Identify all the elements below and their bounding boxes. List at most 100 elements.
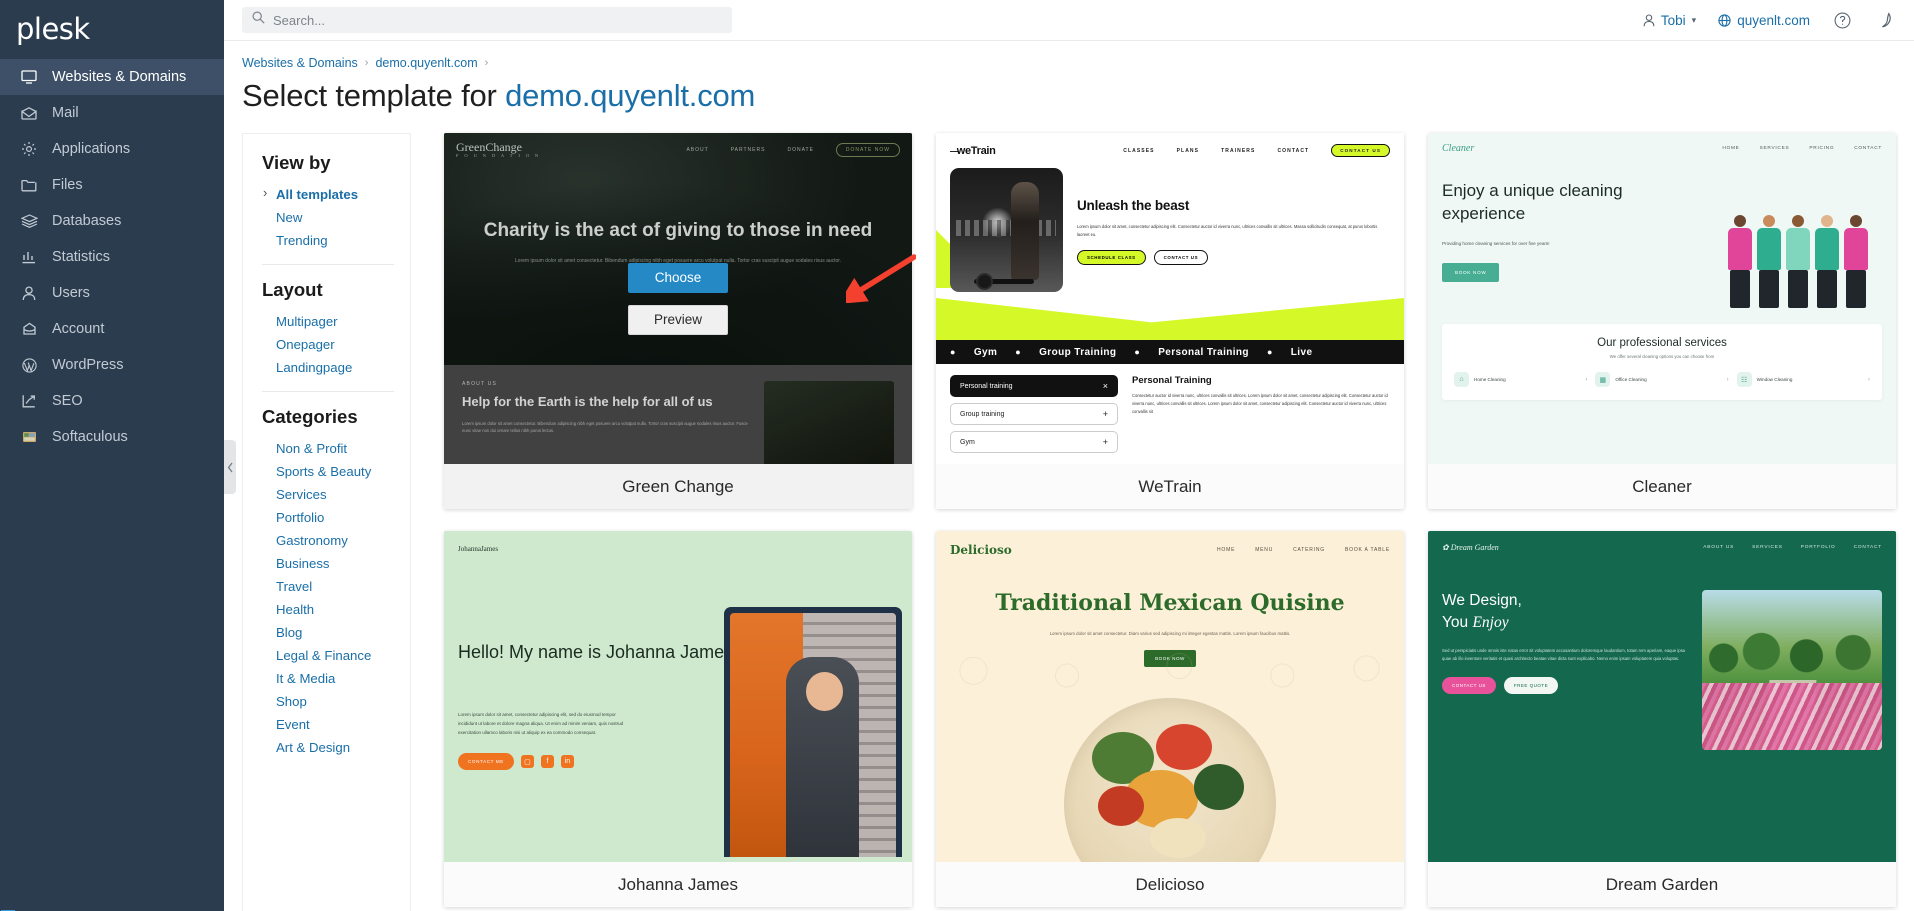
dg-contact-button: CONTACT US xyxy=(1442,677,1496,695)
dg-nav-item: PORTFOLIO xyxy=(1800,545,1836,550)
sidebar-item-label: Files xyxy=(52,177,83,193)
wt-accordion-row: Personal training × xyxy=(950,375,1118,397)
sidebar-item-label: Mail xyxy=(52,105,79,121)
sidebar-item-files[interactable]: Files xyxy=(0,167,224,203)
filter-category-legal-and-finance[interactable]: Legal & Finance xyxy=(262,644,410,667)
wt-accordion-label: Gym xyxy=(960,438,975,446)
filter-category-shop[interactable]: Shop xyxy=(262,690,410,713)
chevron-right-icon: › xyxy=(1867,376,1870,383)
cl-nav-item: SERVICES xyxy=(1759,146,1790,151)
wt-nav-item: TRAINERS xyxy=(1221,147,1256,154)
wt-buttons: SCHEDULE CLASS CONTACT US xyxy=(1077,250,1390,266)
filter-category-health[interactable]: Health xyxy=(262,598,410,621)
filter-category-portfolio[interactable]: Portfolio xyxy=(262,506,410,529)
filter-category-art-and-design[interactable]: Art & Design xyxy=(262,736,410,759)
dg-hero: We Design, You Enjoy Sed ut perspiciatis… xyxy=(1428,564,1896,750)
sidebar-item-label: Users xyxy=(52,285,90,301)
wt-ticker-item: Personal Training xyxy=(1158,346,1249,358)
wt-nav: CLASSES PLANS TRAINERS CONTACT CONTACT U… xyxy=(1123,144,1390,157)
dg-nav-item: ABOUT US xyxy=(1703,545,1735,550)
filter-category-blog[interactable]: Blog xyxy=(262,621,410,644)
template-card-dream-garden[interactable]: ✿ Dream Garden ABOUT US SERVICES PORTFOL… xyxy=(1428,531,1896,907)
template-name: Cleaner xyxy=(1428,464,1896,509)
cl-service-item: ☷ Window Cleaning › xyxy=(1736,372,1870,387)
user-menu[interactable]: Tobi ▾ xyxy=(1643,13,1696,28)
wt-topbar: weTrain CLASSES PLANS TRAINERS CONTACT C… xyxy=(936,133,1404,168)
sidebar-item-users[interactable]: Users xyxy=(0,275,224,311)
top-bar: Tobi ▾ quyenlt.com xyxy=(224,0,1914,41)
filter-category-services[interactable]: Services xyxy=(262,483,410,506)
domain-link[interactable]: quyenlt.com xyxy=(1718,13,1810,28)
sidebar-item-wordpress[interactable]: WordPress xyxy=(0,347,224,383)
filter-all-templates[interactable]: All templates xyxy=(262,183,410,206)
sidebar-collapse-toggle[interactable] xyxy=(224,440,236,494)
bar-chart-icon xyxy=(18,248,40,266)
search-input[interactable] xyxy=(273,12,722,28)
sidebar-item-softaculous[interactable]: Softaculous xyxy=(0,419,224,455)
wt-hero-photo xyxy=(950,168,1063,292)
jj-logo: JohannaJames xyxy=(458,545,499,553)
breadcrumb-item-websites-and-domains[interactable]: Websites & Domains xyxy=(242,56,358,70)
envelope-icon xyxy=(18,104,40,122)
filter-onepager[interactable]: Onepager xyxy=(262,333,410,356)
search-icon xyxy=(252,11,265,29)
user-icon xyxy=(1643,13,1655,27)
filter-new[interactable]: New xyxy=(262,206,410,229)
template-card-delicioso[interactable]: Delicioso HOME MENU CATERING BOOK A TABL… xyxy=(936,531,1404,907)
filter-category-non-and-profit[interactable]: Non & Profit xyxy=(262,437,410,460)
wt-ticker-item: Gym xyxy=(973,346,998,358)
filter-category-travel[interactable]: Travel xyxy=(262,575,410,598)
moon-icon[interactable] xyxy=(1875,10,1896,31)
wt-nav-cta: CONTACT US xyxy=(1331,144,1390,157)
template-card-johanna-james[interactable]: JohannaJames Hello! My name is Johanna J… xyxy=(444,531,912,907)
sidebar-item-mail[interactable]: Mail xyxy=(0,95,224,131)
filter-multipager[interactable]: Multipager xyxy=(262,310,410,333)
filter-category-sports-and-beauty[interactable]: Sports & Beauty xyxy=(262,460,410,483)
user-name: Tobi xyxy=(1660,12,1686,28)
linkedin-icon: in xyxy=(560,755,574,768)
filter-trending[interactable]: Trending xyxy=(262,229,410,252)
dg-nav: ABOUT US SERVICES PORTFOLIO CONTACT xyxy=(1703,545,1882,550)
sidebar-item-label: WordPress xyxy=(52,357,124,373)
template-card-wetrain[interactable]: weTrain CLASSES PLANS TRAINERS CONTACT C… xyxy=(936,133,1404,509)
wt-hero-image-wrap xyxy=(936,168,1063,292)
filter-category-business[interactable]: Business xyxy=(262,552,410,575)
wt-accordion-row: Gym + xyxy=(950,431,1118,453)
dg-headline-line1: We Design, xyxy=(1442,592,1522,609)
wt-nav-item: PLANS xyxy=(1176,147,1200,154)
choose-button[interactable]: Choose xyxy=(628,262,728,293)
sidebar-item-statistics[interactable]: Statistics xyxy=(0,239,224,275)
sidebar-item-label: SEO xyxy=(52,393,83,409)
filter-category-gastronomy[interactable]: Gastronomy xyxy=(262,529,410,552)
dl-topbar: Delicioso HOME MENU CATERING BOOK A TABL… xyxy=(936,531,1404,569)
bullet-icon: ● xyxy=(950,347,956,357)
page-title: Select template for demo.quyenlt.com xyxy=(224,70,1914,114)
sidebar-item-account[interactable]: Account xyxy=(0,311,224,347)
sidebar-item-applications[interactable]: Applications xyxy=(0,131,224,167)
wt-ticker-item: Live xyxy=(1290,346,1313,358)
search-box[interactable] xyxy=(242,7,732,33)
globe-icon xyxy=(1718,13,1731,27)
dg-buttons: CONTACT US FREE QUOTE xyxy=(1442,677,1690,695)
filter-category-event[interactable]: Event xyxy=(262,713,410,736)
sidebar-item-seo[interactable]: SEO xyxy=(0,383,224,419)
plus-icon: + xyxy=(1102,409,1108,419)
preview-button[interactable]: Preview xyxy=(628,304,728,335)
breadcrumb-item-domain[interactable]: demo.quyenlt.com xyxy=(375,56,477,70)
question-circle-icon[interactable] xyxy=(1832,10,1853,31)
template-card-green-change[interactable]: GreenChange F O U N D A T I O N ABOUT PAR… xyxy=(444,133,912,509)
cl-service-item: ⌂ Home Cleaning › xyxy=(1454,372,1587,387)
facebook-icon: f xyxy=(540,755,554,768)
sidebar-item-databases[interactable]: Databases xyxy=(0,203,224,239)
bullet-icon: ● xyxy=(1134,347,1141,357)
template-preview: weTrain CLASSES PLANS TRAINERS CONTACT C… xyxy=(936,133,1404,464)
template-card-cleaner[interactable]: Cleaner HOME SERVICES PRICING CONTACT En… xyxy=(1428,133,1896,509)
sidebar-item-label: Statistics xyxy=(52,249,111,265)
wt-ticker: ● Gym ● Group Training ● Personal Traini… xyxy=(936,340,1404,364)
sidebar-item-websites-and-domains[interactable]: Websites & Domains xyxy=(0,59,224,95)
wt-ticker-item: Group Training xyxy=(1039,346,1117,358)
filter-category-it-and-media[interactable]: It & Media xyxy=(262,667,410,690)
filter-landingpage[interactable]: Landingpage xyxy=(262,356,410,379)
plesk-logo[interactable]: plesk xyxy=(0,0,224,911)
trend-up-icon xyxy=(18,392,40,410)
